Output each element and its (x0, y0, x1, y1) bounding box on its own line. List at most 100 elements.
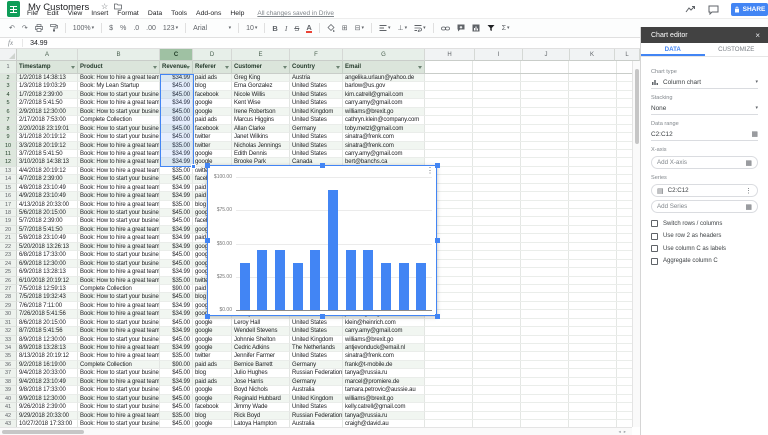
row-number[interactable]: 13 (0, 167, 17, 175)
cell[interactable]: United Kingdom (290, 336, 343, 344)
row-number[interactable]: 25 (0, 268, 17, 276)
vertical-scrollbar-thumb[interactable] (635, 69, 639, 144)
filter-funnel-icon[interactable] (336, 66, 340, 69)
header-cell-customer[interactable]: Customer (232, 61, 290, 74)
checkbox-use-row-2-as-headers[interactable]: Use row 2 as headers (651, 233, 758, 240)
menu-file[interactable]: File (27, 10, 38, 17)
column-header-A[interactable]: A (17, 49, 78, 61)
cell[interactable]: $35.00 (160, 352, 193, 360)
row-number[interactable]: 36 (0, 361, 17, 369)
cell[interactable]: klein@heinrich.com (343, 319, 425, 327)
cell[interactable]: Book: How to hire a great team? (78, 184, 160, 192)
row-number[interactable]: 17 (0, 201, 17, 209)
cell[interactable]: 3/10/2018 14:38:13 (17, 158, 78, 166)
cell[interactable]: $34.99 (160, 243, 193, 251)
vertical-align-icon[interactable]: ⊥▾ (398, 24, 408, 32)
cell[interactable]: $34.99 (160, 184, 193, 192)
cell[interactable]: 8/9/2018 12:30:00 (17, 336, 78, 344)
cell[interactable]: Book: How to start your business? (78, 293, 160, 301)
checkbox-aggregate-column-c[interactable]: Aggregate column C (651, 258, 758, 265)
cell[interactable]: paid ads (193, 361, 232, 369)
functions-icon[interactable]: Σ▾ (502, 25, 510, 32)
cell[interactable]: 2/20/2018 23:19:01 (17, 125, 78, 133)
checkbox-icon[interactable] (651, 220, 658, 227)
cell[interactable]: Book: How to hire a great team? (78, 310, 160, 318)
sheets-logo-icon[interactable] (7, 1, 20, 17)
redo-icon[interactable]: ↷ (22, 24, 28, 32)
checkbox-use-column-c-as-labels[interactable]: Use column C as labels (651, 245, 758, 252)
cell[interactable]: google (193, 344, 232, 352)
add-x-axis-input[interactable]: Add X-axis▦ (651, 156, 758, 169)
cell[interactable]: $34.99 (160, 226, 193, 234)
checkbox-icon[interactable] (651, 258, 658, 265)
cell[interactable]: United States (290, 133, 343, 141)
cell[interactable]: $90.00 (160, 285, 193, 293)
cell[interactable]: cathryn.klein@company.com (343, 116, 425, 124)
vertical-scrollbar[interactable] (632, 61, 640, 427)
row-number[interactable]: 19 (0, 217, 17, 225)
cell[interactable]: Edith Dennis (232, 150, 290, 158)
cell[interactable]: Russian Federation (290, 369, 343, 377)
cell[interactable]: 9/4/2018 23:10:49 (17, 378, 78, 386)
cell[interactable]: carry.amy@gmail.com (343, 327, 425, 335)
cell[interactable]: United States (290, 82, 343, 90)
cell[interactable]: 3/1/2018 20:19:12 (17, 133, 78, 141)
row-number[interactable]: 5 (0, 99, 17, 107)
cell[interactable]: United States (290, 352, 343, 360)
tab-data[interactable]: DATA (641, 43, 705, 56)
cell[interactable]: google (193, 108, 232, 116)
menu-add-ons[interactable]: Add-ons (196, 10, 221, 17)
text-color-button[interactable]: A (306, 24, 311, 33)
paint-format-icon[interactable] (50, 24, 58, 32)
decrease-decimal-button[interactable]: .0 (133, 25, 139, 32)
row-number[interactable]: 38 (0, 378, 17, 386)
header-cell-email[interactable]: Email (343, 61, 425, 74)
cell[interactable]: 2/9/2018 12:30:00 (17, 108, 78, 116)
cell[interactable]: Irene Robertson (232, 108, 290, 116)
column-header-F[interactable]: F (290, 49, 343, 61)
cell[interactable]: 7/26/2018 5:41:56 (17, 310, 78, 318)
cell[interactable]: Bernice Barrett (232, 361, 290, 369)
cell[interactable]: sinatra@frenk.com (343, 352, 425, 360)
row-number[interactable]: 32 (0, 327, 17, 335)
cell[interactable]: 8/13/2018 20:19:12 (17, 352, 78, 360)
column-header-J[interactable]: J (523, 49, 570, 61)
cell[interactable]: $45.00 (160, 217, 193, 225)
cell[interactable]: Book: How to hire a great team? (78, 99, 160, 107)
horizontal-align-icon[interactable]: ▾ (379, 24, 391, 32)
cell[interactable]: Julio Hughes (232, 369, 290, 377)
cell[interactable]: 9/29/2018 20:33:00 (17, 412, 78, 420)
cell[interactable]: Book: How to start your business? (78, 403, 160, 411)
cell[interactable]: facebook (193, 125, 232, 133)
cell[interactable]: Book: How to hire a great team? (78, 167, 160, 175)
header-cell-referer[interactable]: Referer (193, 61, 232, 74)
stacking-select[interactable]: None▾ (651, 102, 758, 115)
cell[interactable]: 4/8/2018 23:10:49 (17, 184, 78, 192)
cell[interactable]: twitter (193, 133, 232, 141)
header-cell-product[interactable]: Product (78, 61, 160, 74)
cell[interactable]: 5/7/2018 5:41:50 (17, 226, 78, 234)
chart-resize-handle[interactable] (435, 238, 440, 243)
cell[interactable]: sinatra@frenk.com (343, 142, 425, 150)
cell[interactable]: 2/17/2018 7:53:00 (17, 116, 78, 124)
cell[interactable]: 8/7/2018 5:41:56 (17, 327, 78, 335)
row-number[interactable]: 37 (0, 369, 17, 377)
chart-resize-handle[interactable] (320, 163, 325, 168)
cell[interactable]: antjevonduck@email.nl (343, 344, 425, 352)
save-status[interactable]: All changes saved in Drive (257, 10, 334, 17)
text-wrap-icon[interactable]: ▾ (414, 24, 426, 32)
cell[interactable]: Marcus Higgins (232, 116, 290, 124)
row-number[interactable]: 29 (0, 302, 17, 310)
cell[interactable]: Book: How to hire a great team? (78, 226, 160, 234)
menu-edit[interactable]: Edit (47, 10, 59, 17)
cell[interactable]: Germany (290, 361, 343, 369)
column-header-E[interactable]: E (232, 49, 290, 61)
cell[interactable]: Complete Collection (78, 361, 160, 369)
menu-tools[interactable]: Tools (171, 10, 187, 17)
row-number[interactable]: 40 (0, 395, 17, 403)
bold-button[interactable]: B (272, 24, 277, 33)
chart-resize-handle[interactable] (205, 314, 210, 319)
cell[interactable]: Book: How to hire a great team? (78, 277, 160, 285)
filter-funnel-icon[interactable] (418, 66, 422, 69)
cell[interactable]: facebook (193, 91, 232, 99)
